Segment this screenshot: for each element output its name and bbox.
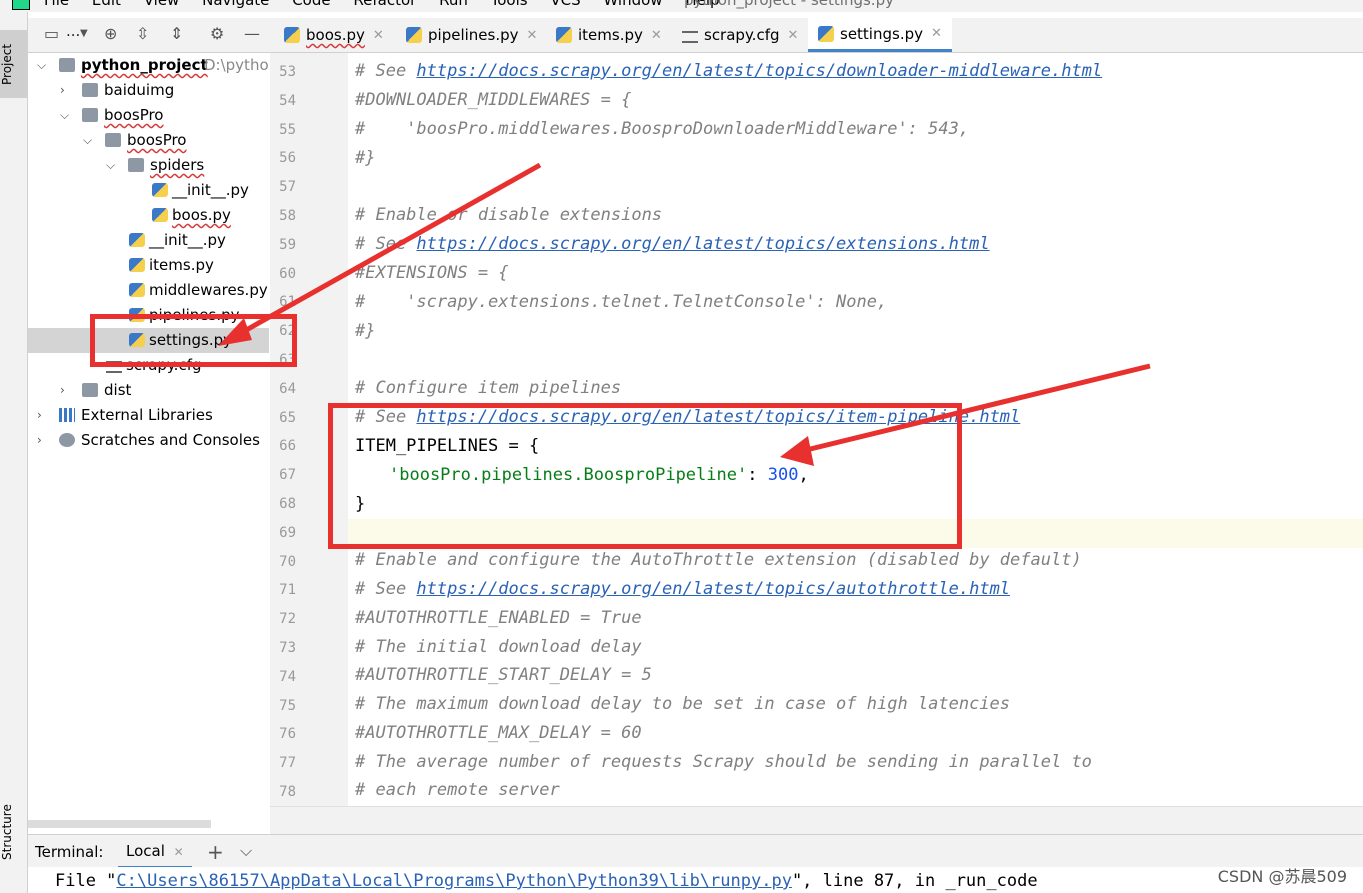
annotation-arrows: [218, 162, 1151, 466]
annotation-arrowhead-2: [780, 436, 814, 466]
annotation-arrow-2: [797, 363, 1151, 455]
annotation-arrow-1: [230, 162, 542, 341]
annotation-arrowhead-1: [218, 318, 252, 346]
